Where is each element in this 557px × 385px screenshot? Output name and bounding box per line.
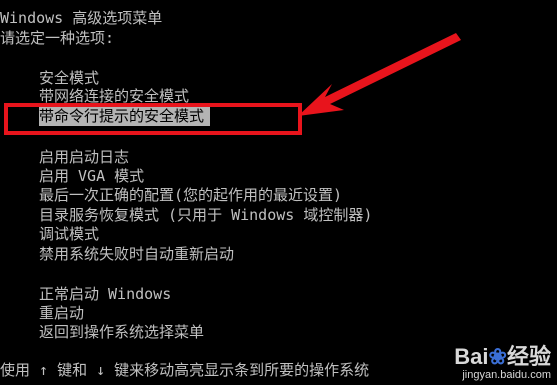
option-safe-mode[interactable]: 安全模式 bbox=[39, 68, 99, 88]
menu-prompt: 请选定一种选项: bbox=[0, 29, 115, 47]
menu-title: Windows 高级选项菜单 bbox=[0, 9, 163, 27]
option-start-normally[interactable]: 正常启动 Windows bbox=[39, 284, 171, 304]
option-last-known-good[interactable]: 最后一次正确的配置(您的起作用的最近设置) bbox=[39, 185, 342, 205]
boot-menu-screen: Windows 高级选项菜单 请选定一种选项: 安全模式 带网络连接的安全模式 … bbox=[0, 0, 557, 385]
option-debugging-mode[interactable]: 调试模式 bbox=[39, 224, 99, 244]
option-reboot[interactable]: 重启动 bbox=[39, 303, 84, 323]
watermark-brand-left: Bai bbox=[454, 344, 489, 369]
option-return-to-os-menu[interactable]: 返回到操作系统选择菜单 bbox=[39, 322, 204, 342]
watermark-site: jingyan.baidu.com bbox=[462, 369, 551, 381]
highlight-annotation-box bbox=[4, 103, 302, 135]
watermark-brand-right: 经验 bbox=[506, 344, 551, 369]
option-directory-services-restore[interactable]: 目录服务恢复模式 (只用于 Windows 域控制器) bbox=[39, 205, 372, 225]
option-boot-logging[interactable]: 启用启动日志 bbox=[39, 147, 129, 167]
option-vga-mode[interactable]: 启用 VGA 模式 bbox=[39, 166, 144, 186]
footer-instructions: 使用 ↑ 键和 ↓ 键来移动高亮显示条到所要的操作系统 bbox=[0, 361, 370, 379]
paw-icon: ❀ bbox=[488, 344, 507, 369]
option-disable-auto-restart[interactable]: 禁用系统失败时自动重新启动 bbox=[39, 244, 234, 264]
baidu-jingyan-watermark: Bai❀经验 jingyan.baidu.com bbox=[454, 344, 551, 382]
